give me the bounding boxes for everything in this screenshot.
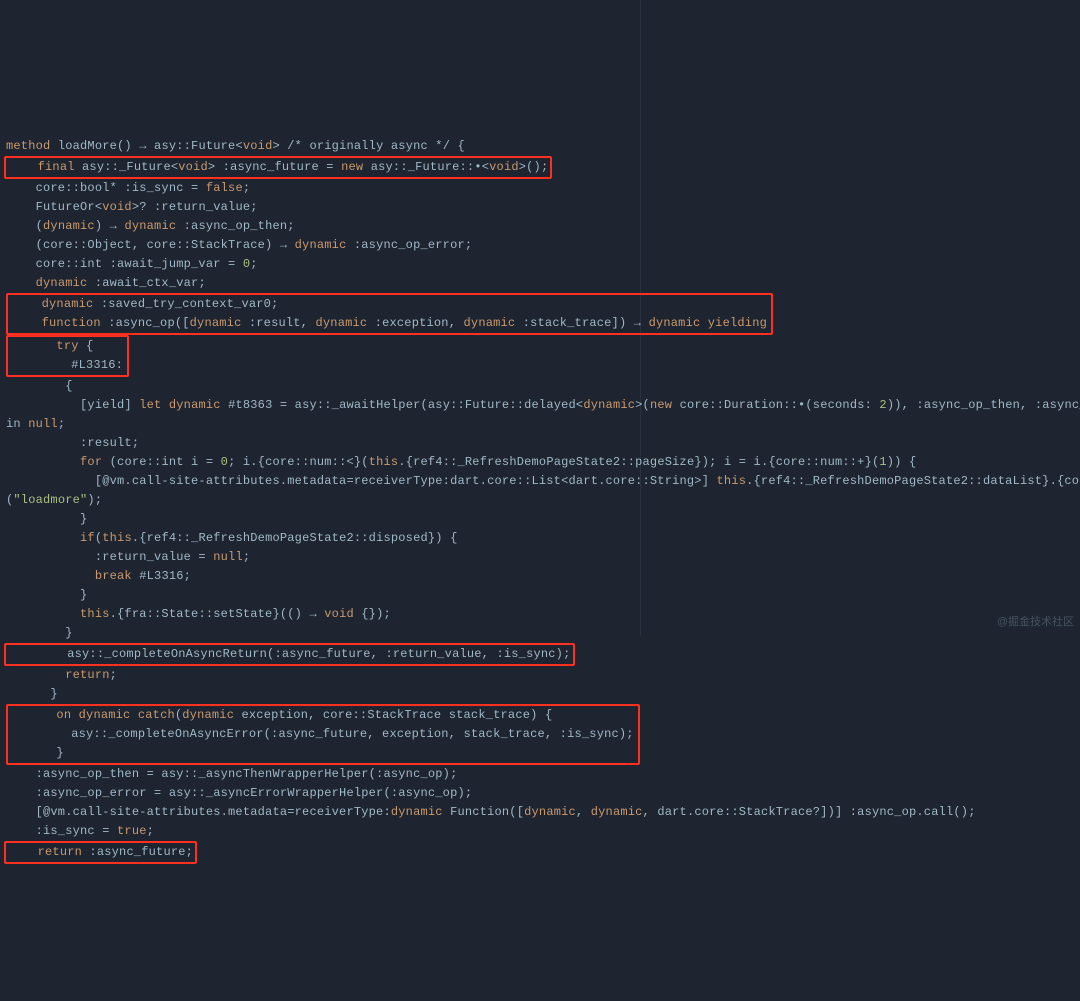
code-line: in null; [6, 417, 65, 431]
code-line: try { [12, 339, 93, 353]
code-line: :async_op_error = asy::_asyncErrorWrappe… [6, 786, 472, 800]
code-line: method loadMore() → asy::Future<void> /*… [6, 139, 465, 153]
code-line: function :async_op([dynamic :result, dyn… [12, 316, 767, 330]
code-line: break #L3316; [6, 569, 191, 583]
code-line: return; [6, 668, 117, 682]
code-line: asy::_completeOnAsyncError(:async_future… [12, 727, 634, 741]
code-line: core::int :await_jump_var = 0; [6, 257, 258, 271]
highlight-box-3: try { #L3316: [6, 335, 129, 377]
code-line: } [6, 588, 87, 602]
code-editor[interactable]: method loadMore() → asy::Future<void> /*… [0, 114, 1080, 868]
code-line: (dynamic) → dynamic :async_op_then; [6, 219, 295, 233]
code-line: FutureOr<void>? :return_value; [6, 200, 258, 214]
code-line: } [6, 512, 87, 526]
highlight-box-6: return :async_future; [4, 841, 197, 864]
code-line: { [6, 379, 73, 393]
code-line: final asy::_Future<void> :async_future =… [8, 160, 548, 174]
code-line: this.{fra::State::setState}(() → void {}… [6, 607, 391, 621]
code-line: } [12, 746, 64, 760]
code-line: if(this.{ref4::_RefreshDemoPageState2::d… [6, 531, 458, 545]
highlight-box-2: dynamic :saved_try_context_var0; functio… [6, 293, 773, 335]
code-line: :result; [6, 436, 139, 450]
code-line: return :async_future; [8, 845, 193, 859]
code-line: #L3316: [12, 358, 123, 372]
code-line: [@vm.call-site-attributes.metadata=recei… [6, 805, 976, 819]
code-line: dynamic :saved_try_context_var0; [12, 297, 278, 311]
code-line: asy::_completeOnAsyncReturn(:async_futur… [8, 647, 571, 661]
code-line: ("loadmore"); [6, 493, 102, 507]
code-line: [yield] let dynamic #t8363 = asy::_await… [6, 398, 1080, 412]
code-line: core::bool* :is_sync = false; [6, 181, 250, 195]
code-line: on dynamic catch(dynamic exception, core… [12, 708, 552, 722]
code-line: dynamic :await_ctx_var; [6, 276, 206, 290]
code-line: (core::Object, core::StackTrace) → dynam… [6, 238, 472, 252]
code-line: } [6, 626, 73, 640]
highlight-box-5: on dynamic catch(dynamic exception, core… [6, 704, 640, 765]
code-line: } [6, 687, 58, 701]
highlight-box-1: final asy::_Future<void> :async_future =… [4, 156, 552, 179]
highlight-box-4: asy::_completeOnAsyncReturn(:async_futur… [4, 643, 575, 666]
code-line: :is_sync = true; [6, 824, 154, 838]
watermark-text: @掘金技术社区 [997, 613, 1074, 632]
code-line: for (core::int i = 0; i.{core::num::<}(t… [6, 455, 916, 469]
code-line: [@vm.call-site-attributes.metadata=recei… [6, 474, 1080, 488]
code-line: :return_value = null; [6, 550, 250, 564]
code-line: :async_op_then = asy::_asyncThenWrapperH… [6, 767, 457, 781]
